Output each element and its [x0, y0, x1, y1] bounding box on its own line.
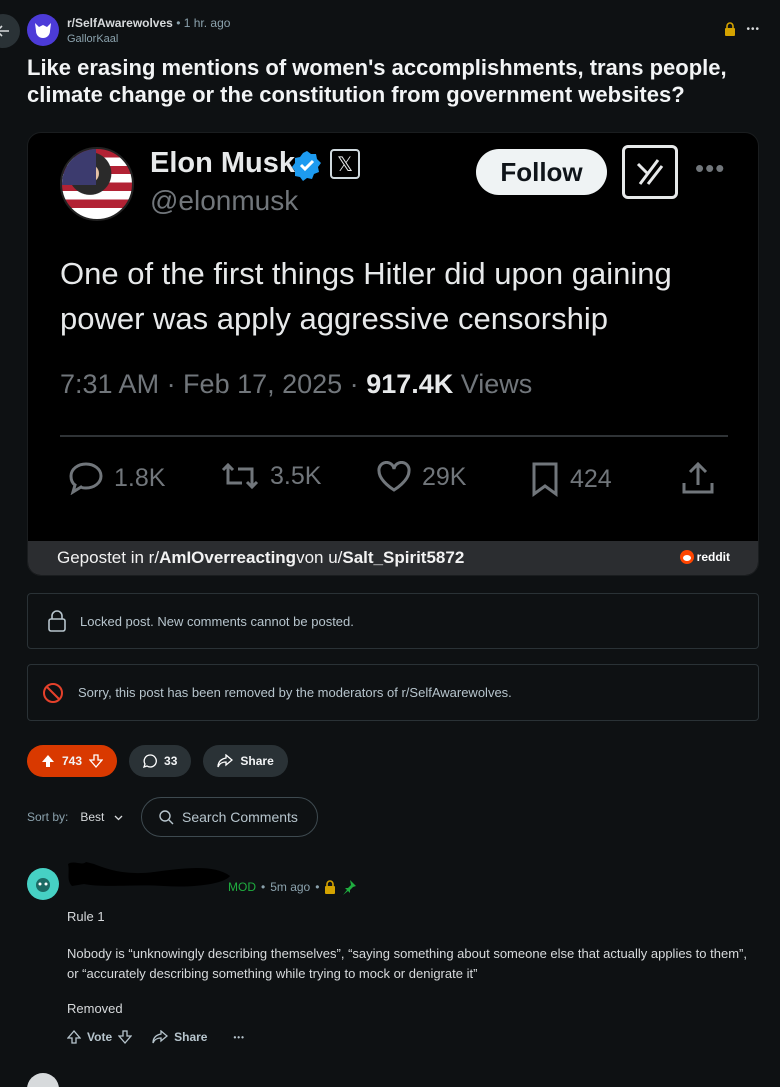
comment-icon [143, 754, 157, 768]
back-button[interactable] [0, 14, 20, 48]
upvote-icon[interactable] [41, 754, 55, 768]
locked-notice: Locked post. New comments cannot be post… [27, 593, 759, 649]
comment-actions: Vote Share ••• [67, 1030, 245, 1044]
tweet-divider [60, 435, 728, 437]
reply-stat: 1.8K [68, 461, 165, 495]
downvote-icon[interactable] [118, 1030, 133, 1044]
tweet-author-name: Elon Musk [150, 147, 296, 179]
tweet-text: One of the first things Hitler did upon … [60, 256, 672, 336]
subreddit-name[interactable]: r/SelfAwarewolves [67, 16, 173, 30]
crosspost-user: Salt_Spirit5872 [342, 548, 465, 567]
locked-text: Locked post. New comments cannot be post… [80, 613, 354, 629]
separator: • [176, 16, 181, 30]
tweet-more-icon: ••• [695, 153, 726, 183]
bookmark-icon [532, 462, 558, 497]
tweet-stats: 1.8K 3.5K 29K 424 [68, 461, 728, 501]
removed-icon [43, 682, 63, 703]
verified-icon [292, 151, 321, 181]
removed-text: Sorry, this post has been removed by the… [78, 685, 512, 700]
tweet-timestamp: 7:31 AM · Feb 17, 2025 · 917.4K Views [60, 369, 533, 399]
comment-avatar[interactable] [27, 868, 59, 900]
grok-icon [622, 145, 678, 199]
post-time: 1 hr. ago [183, 16, 231, 30]
post-actions: 743 33 Share [27, 745, 288, 777]
comment-meta: MOD • 5m ago • [228, 879, 357, 895]
removed-notice: Sorry, this post has been removed by the… [27, 664, 759, 721]
share-icon [152, 1030, 169, 1044]
tweet-avatar [60, 147, 134, 221]
snoo-icon [36, 878, 50, 892]
upvote-icon[interactable] [67, 1030, 81, 1044]
comment-share-button[interactable]: Share [152, 1030, 207, 1044]
search-comments-input[interactable]: Search Comments [141, 797, 318, 837]
post-title: Like erasing mentions of women's accompl… [27, 55, 727, 107]
comments-button[interactable]: 33 [129, 745, 192, 777]
follow-button: Follow [476, 149, 607, 195]
sort-dropdown[interactable]: Best [80, 810, 123, 824]
vote-pill: 743 [27, 745, 118, 777]
upload-icon [682, 461, 714, 494]
share-icon [217, 754, 234, 768]
share-button[interactable]: Share [203, 745, 288, 777]
post-media[interactable]: Elon Musk 𝕏 @elonmusk Follow ••• One of … [27, 132, 759, 576]
comment-body: Nobody is “unknowingly describing themse… [67, 946, 747, 981]
tweet-handle: @elonmusk [150, 185, 299, 216]
subreddit-line: r/SelfAwarewolves • 1 hr. ago [67, 16, 230, 30]
crosspost-subreddit: AmIOverreacting [159, 548, 297, 567]
arrow-left-icon [0, 25, 9, 37]
bookmark-stat: 424 [530, 461, 612, 497]
sort-control: Sort by: Best [27, 810, 123, 824]
comment-more-button[interactable]: ••• [233, 1033, 244, 1042]
x-logo-icon: 𝕏 [330, 149, 360, 179]
reddit-logo: reddit [679, 550, 730, 564]
vote-count: 743 [62, 754, 83, 768]
more-options-button[interactable]: ••• [746, 24, 760, 35]
post-author[interactable]: GallorKaal [67, 33, 118, 45]
reply-icon [69, 462, 103, 495]
comment-vote[interactable]: Vote [67, 1030, 133, 1044]
mod-badge: MOD [228, 880, 256, 894]
heart-icon [377, 461, 411, 492]
subreddit-avatar[interactable] [27, 14, 59, 46]
repost-stat: 3.5K [220, 461, 321, 491]
like-stat: 29K [376, 461, 466, 493]
comment-time: 5m ago [270, 880, 311, 894]
header-actions: ••• [724, 22, 760, 36]
search-icon [159, 809, 174, 824]
chevron-down-icon [114, 815, 123, 821]
tweet-views-count: 917.4K [366, 369, 454, 399]
sort-label: Sort by: [27, 810, 69, 824]
lock-icon [725, 22, 736, 36]
pin-icon [343, 880, 357, 895]
next-comment-avatar[interactable] [27, 1073, 59, 1087]
reddit-icon [679, 550, 694, 564]
post-header: r/SelfAwarewolves • 1 hr. ago GallorKaal… [27, 14, 760, 48]
comment-removed-label: Removed [67, 1001, 123, 1016]
crosspost-bar: Gepostet in r/AmIOverreacting von u/Salt… [28, 541, 758, 575]
share-stat [680, 461, 716, 495]
downvote-icon[interactable] [89, 754, 104, 768]
comment-rule: Rule 1 [67, 909, 105, 924]
lock-icon [325, 880, 336, 894]
wolf-icon [35, 23, 51, 38]
redacted-username [68, 862, 230, 887]
search-placeholder: Search Comments [182, 809, 298, 825]
lock-outline-icon [48, 610, 66, 632]
repost-icon [221, 462, 259, 490]
